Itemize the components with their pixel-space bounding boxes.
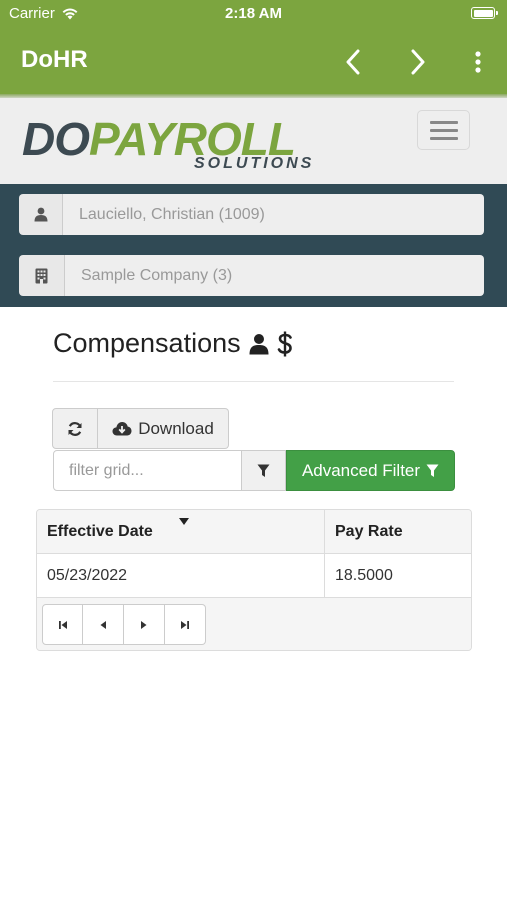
download-label: Download xyxy=(138,418,214,438)
next-page-button[interactable] xyxy=(124,604,165,645)
user-icon xyxy=(249,333,269,354)
filter-grid-input[interactable]: filter grid... xyxy=(53,450,242,491)
hamburger-bar xyxy=(429,120,458,124)
chevron-right-icon xyxy=(411,49,425,75)
last-page-button[interactable] xyxy=(165,604,206,645)
effective-date-cell: 05/23/2022 xyxy=(47,567,128,584)
dopayroll-logo[interactable]: DOPAYROLL SOLUTIONS xyxy=(22,114,327,174)
filter-icon xyxy=(257,464,270,477)
pay-rate-cell: 18.5000 xyxy=(324,554,471,598)
previous-page-button[interactable] xyxy=(83,604,124,645)
more-options-button[interactable] xyxy=(460,44,496,80)
filter-button[interactable] xyxy=(242,450,286,491)
hamburger-bar xyxy=(429,136,458,140)
menu-toggle-button[interactable] xyxy=(417,110,470,150)
app-bar: DoHR xyxy=(0,28,507,94)
app-title: DoHR xyxy=(21,46,88,73)
page-title: Compensations xyxy=(53,328,293,359)
logo-subtitle: SOLUTIONS xyxy=(194,155,315,172)
next-page-icon xyxy=(141,620,147,629)
app-header: Carrier 2:18 AM DoHR xyxy=(0,0,507,97)
sort-desc-icon xyxy=(179,518,189,525)
title-divider xyxy=(53,381,454,382)
employee-field[interactable]: Lauciello, Christian (1009) xyxy=(63,194,484,235)
refresh-icon xyxy=(68,421,82,436)
chevron-left-icon xyxy=(346,49,360,75)
forward-button[interactable] xyxy=(400,44,436,80)
column-header-pay-rate[interactable]: Pay Rate xyxy=(324,510,471,554)
compensations-grid: Effective Date Pay Rate 05/23/2022 18.50… xyxy=(36,509,472,651)
previous-page-icon xyxy=(100,620,106,629)
building-icon xyxy=(19,255,65,296)
status-bar: Carrier 2:18 AM xyxy=(0,0,507,28)
first-page-icon xyxy=(58,620,67,629)
grid-header: Effective Date Pay Rate xyxy=(37,510,471,554)
battery-icon xyxy=(471,7,498,19)
refresh-button[interactable] xyxy=(52,408,98,449)
company-field[interactable]: Sample Company (3) xyxy=(65,255,484,296)
back-button[interactable] xyxy=(335,44,371,80)
advanced-filter-button[interactable]: Advanced Filter xyxy=(286,450,455,491)
user-icon xyxy=(19,194,63,235)
column-header-label: Effective Date xyxy=(47,523,153,540)
page-title-text: Compensations xyxy=(53,328,241,358)
employee-selector[interactable]: Lauciello, Christian (1009) xyxy=(19,194,484,235)
filter-row: filter grid... Advanced Filter xyxy=(53,450,455,491)
column-header-label: Pay Rate xyxy=(335,523,403,540)
first-page-button[interactable] xyxy=(42,604,83,645)
dollar-icon xyxy=(277,331,292,356)
grid-toolbar: Download xyxy=(52,408,229,449)
logo-do: DO xyxy=(22,113,90,165)
download-button[interactable]: Download xyxy=(98,408,229,449)
grid-pager xyxy=(37,598,471,650)
pager-buttons xyxy=(42,604,206,645)
more-vertical-icon xyxy=(475,51,481,73)
cloud-download-icon xyxy=(112,422,132,436)
hamburger-bar xyxy=(429,128,458,132)
last-page-icon xyxy=(181,620,189,629)
company-selector[interactable]: Sample Company (3) xyxy=(19,255,484,296)
table-row[interactable]: 05/23/2022 18.5000 xyxy=(37,554,471,598)
clock: 2:18 AM xyxy=(225,5,282,22)
advanced-filter-label: Advanced Filter xyxy=(301,460,421,480)
filter-icon xyxy=(426,464,439,477)
column-header-effective-date[interactable]: Effective Date xyxy=(37,510,324,554)
